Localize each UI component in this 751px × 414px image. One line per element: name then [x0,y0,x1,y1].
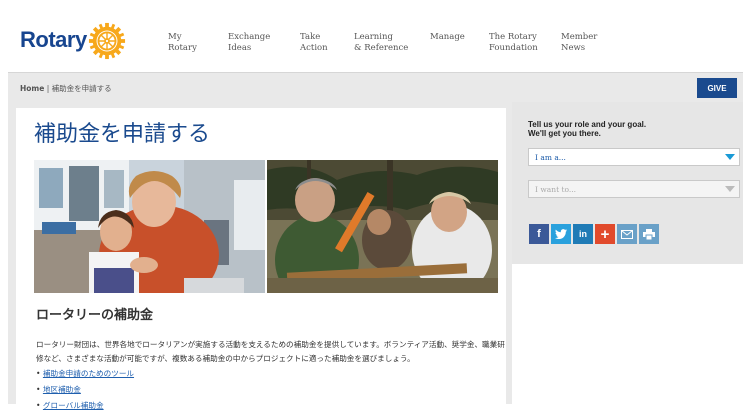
give-button[interactable]: GIVE [697,78,737,98]
breadcrumb: Home | 補助金を申請する [20,83,112,94]
breadcrumb-bar: Home | 補助金を申請する GIVE [8,72,743,103]
nav-rotary-foundation[interactable]: The Rotary Foundation [489,32,561,54]
role-goal-panel: Tell us your role and your goal. We'll g… [512,102,743,264]
nav-member-news[interactable]: Member News [561,32,611,54]
nav-my-rotary[interactable]: My Rotary [168,32,228,54]
page-edge [743,0,751,404]
grants-description: ロータリー財団は、世界各地でロータリアンが実施する活動を支えるための補助金を提供… [36,339,505,363]
role-select-value: I am a... [535,153,566,162]
breadcrumb-home[interactable]: Home [20,84,44,93]
link-grant-tools[interactable]: 補助金申請のためのツール [43,369,134,378]
linkedin-icon[interactable]: in [573,224,593,244]
main-nav: My Rotary Exchange Ideas Take Action Lea… [168,32,611,54]
twitter-icon[interactable] [551,224,571,244]
role-select[interactable]: I am a... [528,148,740,166]
main-area: 補助金を申請する ロータリーの補助金 ロータリー財団は、世界各地でロータリアンが… [8,102,512,410]
nav-take-action[interactable]: Take Action [300,32,354,54]
rotary-logo-text[interactable]: Rotary [20,27,87,53]
rotary-wheel-icon[interactable] [88,22,126,60]
content-panel: 補助金を申請する ロータリーの補助金 ロータリー財団は、世界各地でロータリアンが… [16,108,506,410]
breadcrumb-separator: | [44,84,52,93]
role-goal-title: Tell us your role and your goal. We'll g… [528,120,647,138]
list-item: 補助金申請のためのツール [36,366,134,382]
goal-select-value: I want to... [535,185,577,194]
social-share-bar: f in + [529,224,659,244]
goal-select[interactable]: I want to... [528,180,740,198]
nav-manage[interactable]: Manage [430,32,489,54]
google-plus-icon[interactable]: + [595,224,615,244]
nav-learning-reference[interactable]: Learning & Reference [354,32,430,54]
print-icon[interactable] [639,224,659,244]
nav-exchange-ideas[interactable]: Exchange Ideas [228,32,300,54]
section-title: ロータリーの補助金 [36,308,154,323]
email-icon[interactable] [617,224,637,244]
facebook-icon[interactable]: f [529,224,549,244]
site-header: Rotary My Rotary Exchange Ideas Take Act… [8,8,743,72]
breadcrumb-current: 補助金を申請する [51,84,112,93]
page-title: 補助金を申請する [34,122,211,147]
chevron-down-icon[interactable] [721,149,739,165]
grant-links-list: 補助金申請のためのツール 地区補助金 グローバル補助金 [36,366,134,414]
list-item: グローバル補助金 [36,398,134,414]
link-global-grants[interactable]: グローバル補助金 [43,401,104,410]
link-district-grants[interactable]: 地区補助金 [43,385,81,394]
photo-volunteers-working [267,160,498,293]
chevron-down-icon[interactable] [721,181,739,197]
photo-grandmother-and-child [34,160,265,293]
list-item: 地区補助金 [36,382,134,398]
